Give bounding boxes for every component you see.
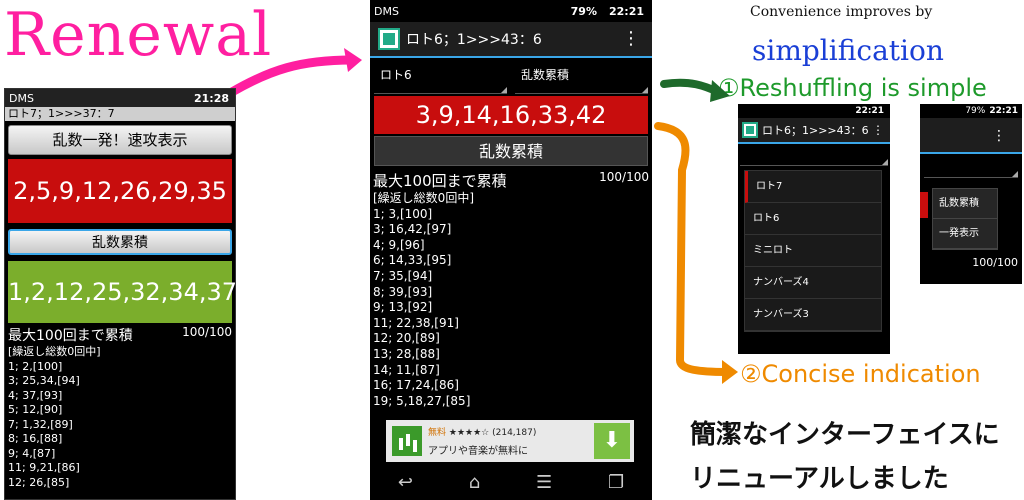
list-item: 12; 20,[89]: [373, 331, 440, 346]
app-icon: [742, 122, 758, 138]
status-bar: DMS 79% 22:21: [370, 0, 652, 22]
overflow-menu-icon[interactable]: ⋮: [622, 30, 640, 48]
status-bar: 79% 22:21: [920, 104, 1022, 118]
list-item: 1; 3,[100]: [373, 206, 433, 221]
green-arrow-head: [710, 80, 730, 102]
list-item: 12; 26,[85]: [8, 475, 70, 489]
status-icons: DMS: [374, 4, 399, 18]
app-title: ロト6；1>>>43：6: [406, 32, 542, 48]
list-item: 3; 16,42,[97]: [373, 222, 452, 237]
popup-option[interactable]: 一発表示: [933, 219, 997, 249]
ad-banner[interactable]: 無料 ★★★★☆ (214,187) アプリや音楽が無料に ⬇: [386, 420, 634, 462]
old-phone-screenshot: DMS 21:28 ロト7；1>>>37：7 乱数一発！速攻表示 2,5,9,1…: [4, 88, 237, 500]
dropdown-option[interactable]: ナンバーズ4: [745, 267, 881, 299]
mode-spinner[interactable]: 乱数累積: [924, 154, 1018, 178]
main-phone-screenshot: DMS 79% 22:21 ロト6；1>>>43：6 ⋮ ロト6 乱数累積 3,…: [370, 0, 652, 500]
reshuffle-phone-screenshot: 22:21 ロト6；1>>>43：6 ⋮ ロト6 ロト7 ロト6 ミニロト ナン…: [738, 104, 890, 354]
green-numbers-display: 1,2,12,25,32,34,37: [8, 261, 237, 323]
summary-row: 最大100回まで累積 100/100: [370, 168, 652, 191]
action-bar: ロト6；1>>>43：6 ⋮: [738, 118, 890, 144]
result-list: [繰返し総数0回中] 1; 3,[100] 3; 16,42,[97] 4; 9…: [370, 191, 652, 409]
red-numbers-display: 2,5,9,12,26,29,35: [8, 159, 232, 223]
red-numbers-edge: [920, 192, 928, 218]
orange-bracket: [654, 122, 730, 376]
summary-label: 最大100回まで累積: [8, 328, 133, 344]
ad-reviews: (214,187): [492, 428, 537, 438]
status-icons: DMS: [9, 91, 34, 105]
summary-label: 最大100回まで累積: [373, 172, 507, 190]
list-item: 7; 35,[94]: [373, 268, 433, 283]
list-item: 1; 2,[100]: [8, 359, 63, 373]
list-item: 8; 16,[88]: [8, 432, 63, 445]
status-bar: 22:21: [738, 104, 890, 118]
popup-option[interactable]: 乱数累積: [933, 189, 997, 219]
status-battery: 79%: [965, 106, 986, 116]
pink-arrow: [227, 55, 357, 97]
list-item: 16; 17,24,[86]: [373, 378, 459, 393]
mode-spinner[interactable]: 乱数累積: [515, 58, 648, 94]
list-item: 7; 1,32,[89]: [8, 417, 73, 431]
back-icon[interactable]: ↩: [398, 472, 413, 493]
dropdown-option[interactable]: ナンバーズ3: [745, 299, 881, 331]
status-bar: DMS 21:28: [5, 89, 235, 107]
status-time: 22:21: [989, 106, 1018, 116]
action-bar: ロト6；1>>>43：6 ⋮: [370, 22, 652, 58]
summary-count: 100/100: [972, 256, 1018, 269]
game-spinner[interactable]: ロト6: [740, 144, 888, 166]
recent-apps-icon[interactable]: ❐: [608, 472, 624, 493]
summary-count: 100/100: [182, 325, 232, 339]
orange-arrow-head: [722, 360, 738, 384]
summary-row: 最大100回まで累積 100/100: [5, 323, 235, 345]
list-item: 5; 12,[90]: [8, 403, 63, 416]
dropdown-option[interactable]: ミニロト: [745, 235, 881, 267]
ad-free-label: 無料: [428, 428, 447, 438]
menu-icon[interactable]: ☰: [536, 472, 552, 493]
status-battery: 79%: [570, 4, 597, 18]
list-item: 6; 14,33,[95]: [373, 253, 452, 268]
list-item: 13; 28,[88]: [373, 346, 440, 361]
list-item: 8; 39,[93]: [373, 284, 433, 299]
game-dropdown: ロト7 ロト6 ミニロト ナンバーズ4 ナンバーズ3: [744, 170, 882, 332]
app-icon: [378, 28, 400, 50]
list-item: 3; 25,34,[94]: [8, 374, 80, 387]
download-icon[interactable]: ⬇: [594, 423, 630, 459]
list-item: 14; 11,[87]: [373, 362, 440, 377]
status-time: 22:21: [608, 4, 644, 18]
spinner-row: ロト6 乱数累積: [370, 58, 652, 94]
list-item: 11; 9,21,[86]: [8, 461, 80, 474]
navigation-bar: ↩ ⌂ ☰ ❐: [370, 464, 652, 500]
ad-stars: ★★★★☆: [448, 428, 490, 438]
quick-display-button[interactable]: 乱数一発！速攻表示: [8, 125, 232, 155]
home-icon[interactable]: ⌂: [469, 472, 480, 493]
pink-arrow-head: [344, 48, 362, 72]
summary-count: 100/100: [599, 170, 649, 184]
status-time: 21:28: [193, 91, 229, 105]
ad-text: アプリや音楽が無料に: [428, 446, 528, 457]
overflow-menu-icon[interactable]: ⋮: [872, 121, 884, 139]
accumulate-button[interactable]: 乱数累積: [8, 229, 232, 255]
dropdown-option[interactable]: ロト7: [745, 171, 881, 203]
ad-app-icon: [392, 426, 422, 456]
app-title: ロト7；1>>>37：7: [5, 107, 235, 121]
list-item: [繰返し総数0回中]: [8, 345, 101, 358]
app-title: ロト6；1>>>43：6: [762, 124, 869, 137]
list-item: [繰返し総数0回中]: [373, 191, 474, 205]
overflow-menu-icon[interactable]: ⋮: [920, 118, 1022, 154]
list-item: 4; 9,[96]: [373, 237, 425, 252]
list-item: 11; 22,38,[91]: [373, 315, 459, 330]
red-numbers-display: 3,9,14,16,33,42: [374, 96, 648, 134]
list-item: 9; 13,[92]: [373, 300, 433, 315]
mode-popup: 乱数累積 一発表示: [932, 188, 998, 250]
result-list: [繰返し総数0回中] 1; 2,[100] 3; 25,34,[94] 4; 3…: [5, 345, 235, 490]
game-spinner[interactable]: ロト6: [374, 58, 507, 94]
list-item: 4; 37,[93]: [8, 388, 63, 402]
green-arrow: [660, 78, 722, 96]
status-time: 22:21: [855, 106, 884, 116]
accumulate-button[interactable]: 乱数累積: [374, 136, 648, 166]
menu-phone-screenshot: 79% 22:21 ⋮ 乱数累積 乱数累積 一発表示 100/100: [920, 104, 1022, 284]
list-item: 19; 5,18,27,[85]: [373, 393, 471, 408]
list-item: 9; 4,[87]: [8, 446, 56, 460]
dropdown-option[interactable]: ロト6: [745, 203, 881, 235]
